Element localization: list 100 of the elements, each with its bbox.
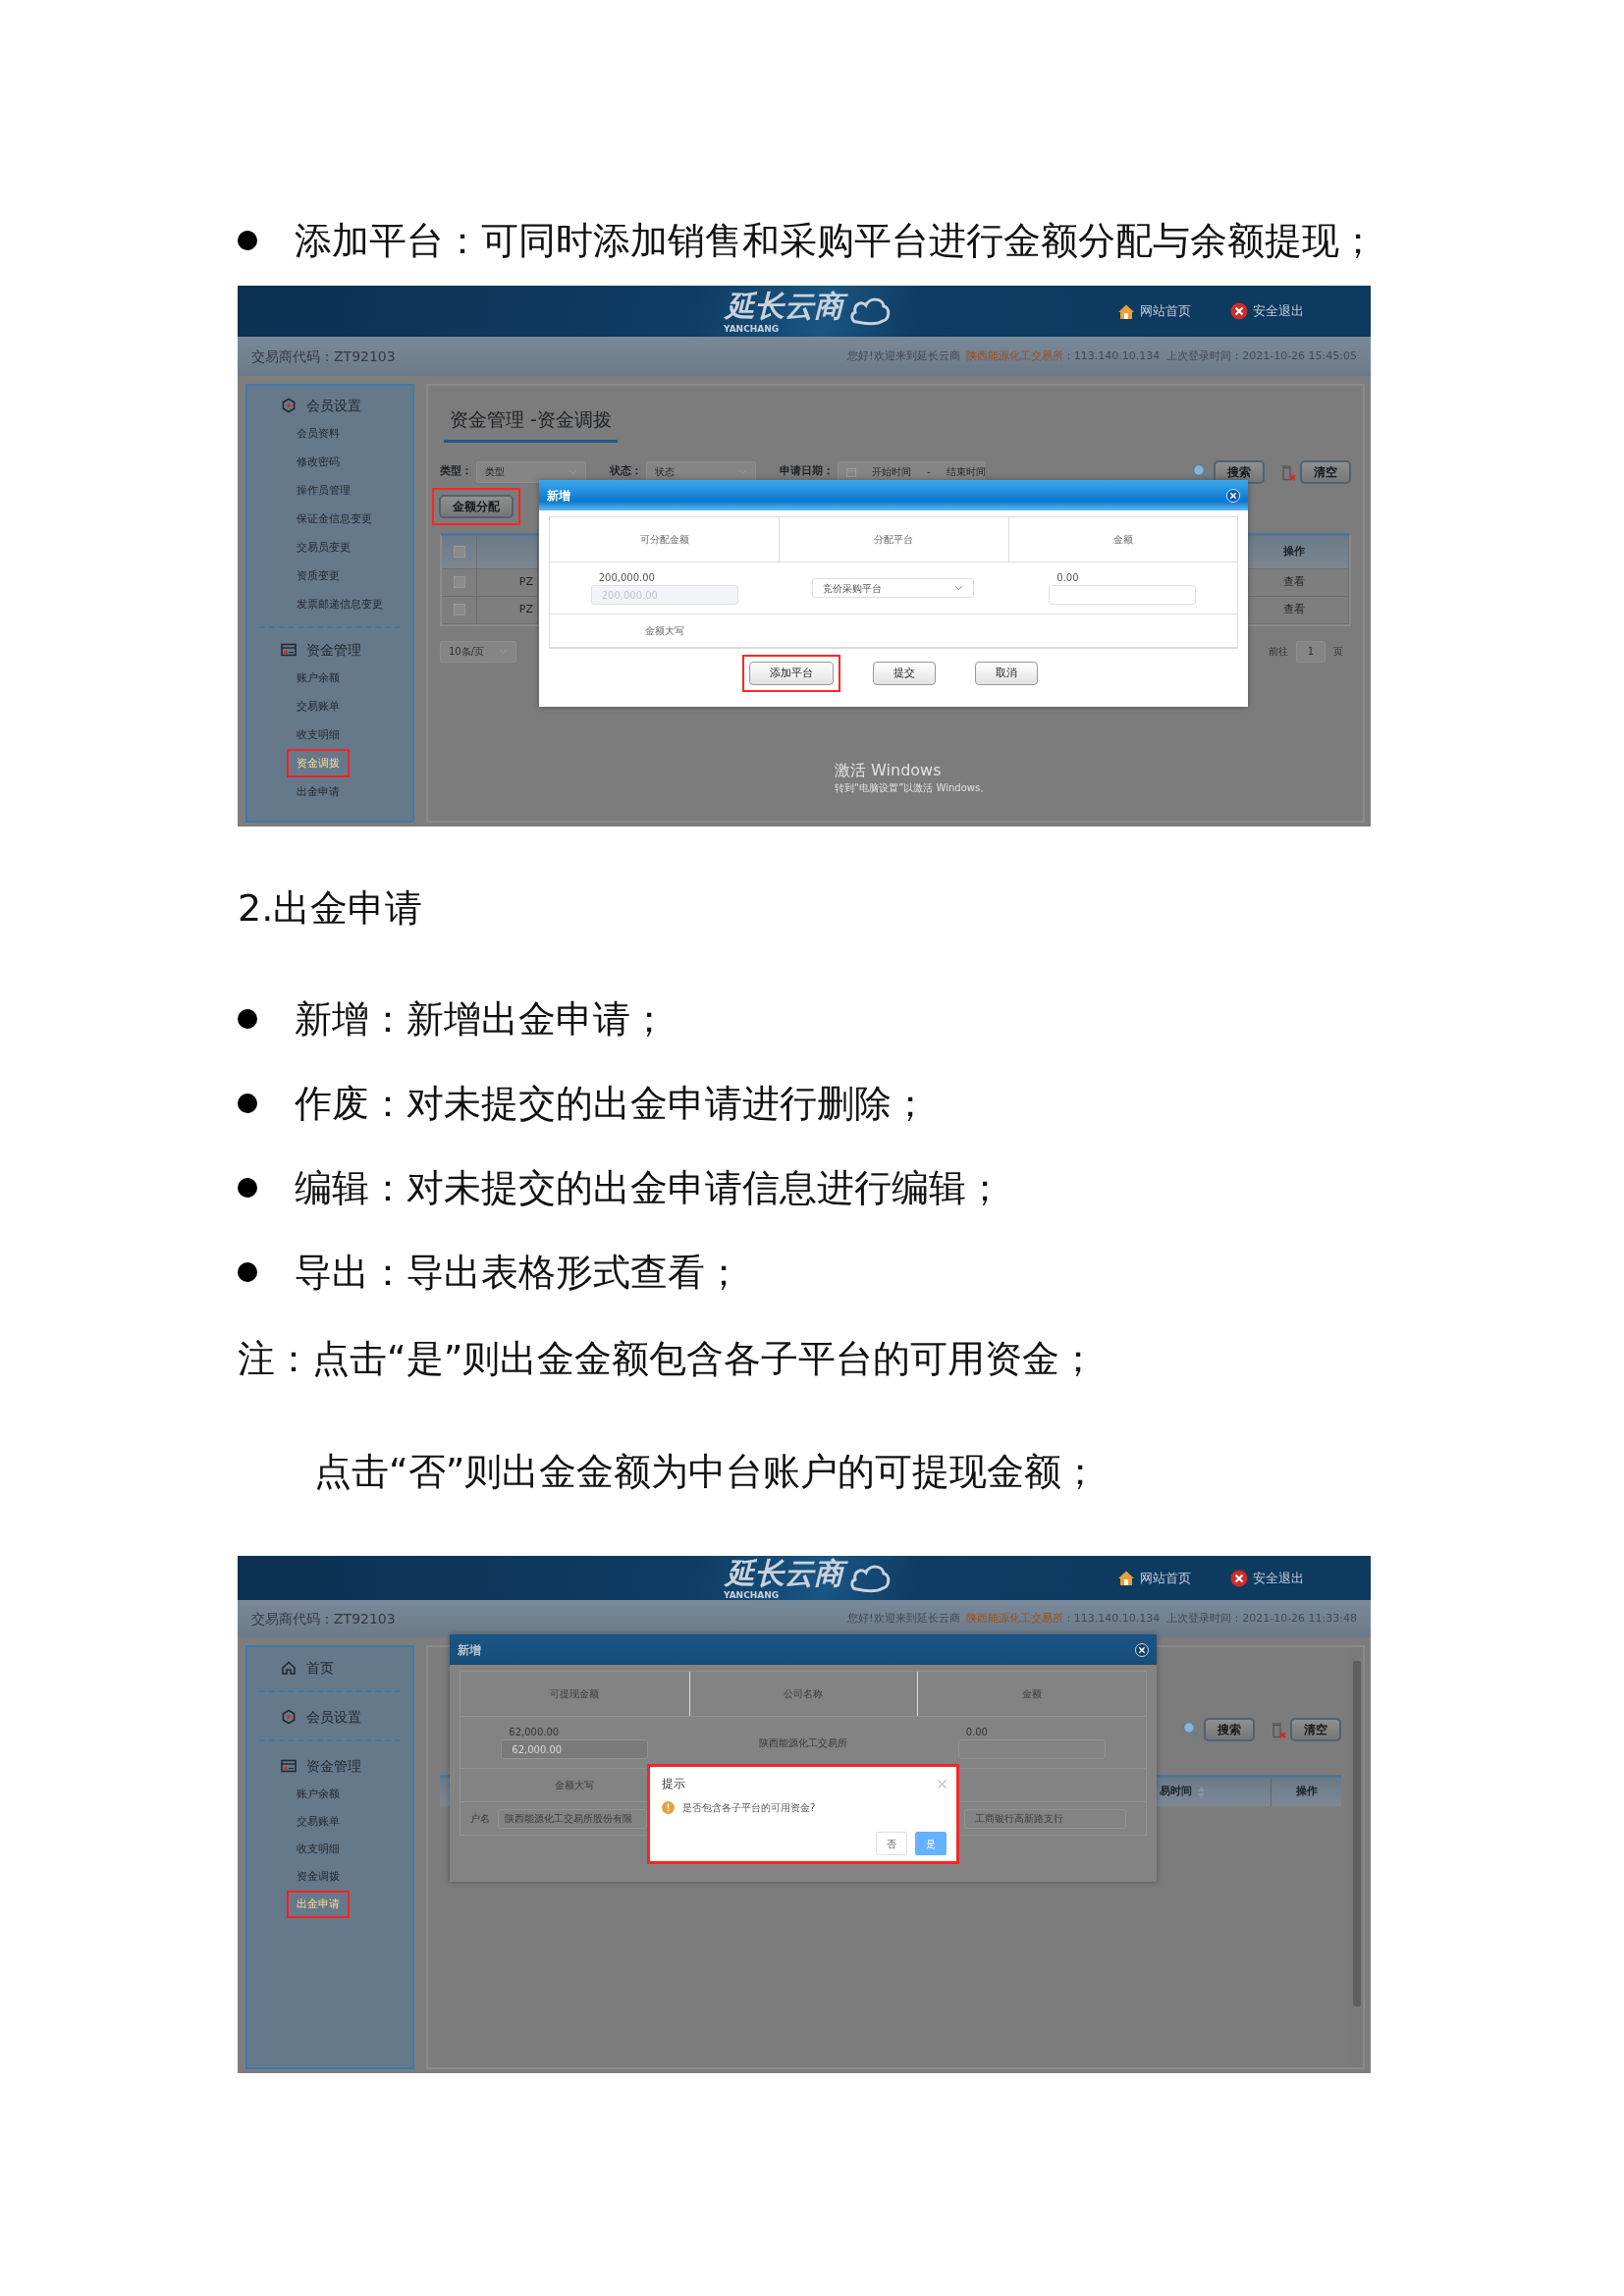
sidebar-item[interactable]: 资金调拨 — [287, 749, 350, 777]
column-header: 金额 — [1007, 517, 1237, 561]
checkbox[interactable] — [453, 576, 465, 588]
sidebar-item[interactable]: 出金申请 — [287, 777, 350, 806]
card-icon — [281, 643, 297, 657]
activation-title: 激活 Windows — [835, 761, 943, 780]
sidebar-item[interactable]: 资金调拨 — [287, 1863, 350, 1891]
select-field[interactable]: 类型 — [476, 460, 586, 483]
house-icon — [1117, 302, 1135, 320]
login-info: ：113.140.10.134 上次登录时间：2021-10-26 11:33:48 — [1062, 1610, 1357, 1627]
amount-text: 0.00 — [964, 1726, 989, 1739]
logo-caption: YANCHANG — [724, 1591, 781, 1602]
column-header: 可分配金额 — [638, 533, 690, 547]
sidebar-item[interactable]: 交易账单 — [287, 1808, 350, 1836]
company-name: 陕西能源化工交易所 — [759, 1735, 847, 1750]
chevron-down-icon — [568, 468, 577, 475]
close-circle-icon — [1230, 302, 1248, 320]
sidebar-item[interactable]: 资质变更 — [287, 561, 350, 590]
sidebar-item[interactable]: 发票邮递信息变更 — [287, 590, 393, 618]
search-icon — [1182, 1721, 1200, 1738]
bullet-text: 导出：导出表格形式查看； — [295, 1250, 742, 1296]
settings-icon — [281, 398, 297, 413]
dialog-title: 提示 — [662, 1776, 685, 1792]
bullet-icon — [238, 1009, 257, 1029]
dialog-button[interactable]: 添加平台 — [749, 662, 834, 685]
header-link[interactable]: 安全退出 — [1230, 1568, 1304, 1588]
trader-code: 交易商代码：ZT92103 — [251, 1609, 396, 1629]
sidebar-item[interactable]: 账户余额 — [287, 664, 350, 692]
field-label: 金额大写 — [644, 624, 684, 638]
trader-code: 交易商代码：ZT92103 — [251, 347, 396, 366]
section-heading: 2.出金申请 — [238, 885, 423, 932]
checkbox[interactable] — [453, 604, 465, 615]
sidebar-item[interactable]: 收支明细 — [287, 1836, 350, 1863]
logo-text: 延长云商 — [724, 1556, 849, 1592]
sort-icon[interactable] — [1198, 1786, 1205, 1798]
clear-button[interactable]: 清空 — [1300, 459, 1351, 484]
sidebar-section[interactable]: 会员设置 — [247, 1702, 412, 1732]
sidebar-item[interactable]: 操作员管理 — [287, 476, 360, 505]
field-label: 户名 — [470, 1812, 490, 1826]
table-cell: PZ — [477, 568, 538, 597]
clear-button[interactable]: 清空 — [1290, 1718, 1341, 1741]
sidebar-item[interactable]: 交易员变更 — [287, 533, 360, 561]
table-cell: PZ — [477, 596, 538, 624]
sidebar-item[interactable]: 交易账单 — [287, 692, 350, 721]
dialog-button[interactable]: 取消 — [975, 662, 1038, 685]
trash-icon — [1271, 1721, 1286, 1738]
bullet-text: 编辑：对未提交的出金申请信息进行编辑； — [295, 1165, 1003, 1211]
sidebar-section[interactable]: 会员设置 — [247, 392, 412, 419]
goto-label: 前往 — [1269, 645, 1288, 659]
amount-field: 62,000.00 — [501, 1739, 649, 1759]
sidebar-item[interactable]: 修改密码 — [287, 448, 350, 476]
dialog-button[interactable]: 提交 — [873, 662, 936, 685]
page-title: 资金管理 -资金调拨 — [444, 405, 618, 443]
filter-label: 申请日期： — [780, 463, 834, 480]
header-link[interactable]: 网站首页 — [1117, 301, 1191, 321]
dialog-button[interactable]: 否 — [876, 1832, 907, 1855]
modal-title: 新增 — [547, 487, 570, 505]
sidebar-section[interactable]: 资金管理 — [247, 636, 412, 664]
page-suffix: 页 — [1333, 645, 1343, 659]
welcome-text: 您好!欢迎来到延长云商 — [847, 1610, 960, 1627]
house-icon — [1117, 1570, 1135, 1586]
sidebar-item[interactable]: 出金申请 — [287, 1891, 350, 1918]
sidebar-item[interactable]: 收支明细 — [287, 721, 350, 749]
note-text: 注：点击“是”则出金金额包含各子平台的可用资金； — [238, 1336, 1098, 1382]
search-button[interactable]: 搜索 — [1214, 459, 1265, 484]
header-link[interactable]: 安全退出 — [1230, 301, 1304, 321]
amount-text: 200,000.00 — [597, 571, 656, 585]
chevron-down-icon — [738, 468, 747, 475]
logo-text: 延长云商 — [724, 288, 849, 325]
dialog-button[interactable]: 是 — [915, 1832, 947, 1855]
sidebar-section[interactable]: 资金管理 — [247, 1751, 412, 1781]
page-size-select[interactable]: 10条/页 — [440, 640, 516, 663]
chevron-down-icon — [954, 585, 964, 591]
trash-icon — [1280, 462, 1296, 481]
date-range-field[interactable]: 开始时间 - 结束时间 — [838, 460, 985, 483]
activation-hint: 转到“电脑设置”以激活 Windows。 — [835, 781, 991, 795]
column-header: 金额 — [917, 1672, 1146, 1716]
platform-select[interactable]: 竞价采购平台 — [812, 578, 975, 598]
search-button[interactable]: 搜索 — [1204, 1718, 1255, 1741]
page-input[interactable]: 1 — [1296, 640, 1326, 663]
checkbox[interactable] — [453, 546, 465, 558]
amount-text: 0.00 — [1056, 571, 1080, 585]
warning-icon — [662, 1801, 675, 1814]
bullet-text: 新增：新增出金申请； — [295, 996, 668, 1042]
bank-field[interactable]: 工商银行高新路支行 — [964, 1808, 1126, 1829]
sidebar-item[interactable]: 会员资料 — [287, 419, 350, 448]
bullet-icon — [238, 231, 257, 250]
sidebar-item[interactable]: 账户余额 — [287, 1781, 350, 1808]
allocate-button[interactable]: 金额分配 — [439, 494, 514, 518]
sidebar-section[interactable]: 首页 — [247, 1653, 412, 1682]
calendar-icon — [846, 466, 856, 477]
header-link[interactable]: 网站首页 — [1117, 1568, 1191, 1588]
amount-text: 62,000.00 — [508, 1726, 561, 1739]
filter-label: 状态： — [610, 463, 642, 480]
select-field[interactable]: 状态 — [646, 460, 756, 483]
welcome-text: 您好!欢迎来到延长云商 — [847, 347, 960, 364]
search-icon — [1192, 462, 1210, 481]
column-header[interactable]: 操作 — [1271, 1778, 1341, 1806]
sidebar-item[interactable]: 保证金信息变更 — [287, 505, 382, 533]
account-name-field[interactable]: 陕西能源化工交易所股份有限 — [498, 1808, 647, 1829]
